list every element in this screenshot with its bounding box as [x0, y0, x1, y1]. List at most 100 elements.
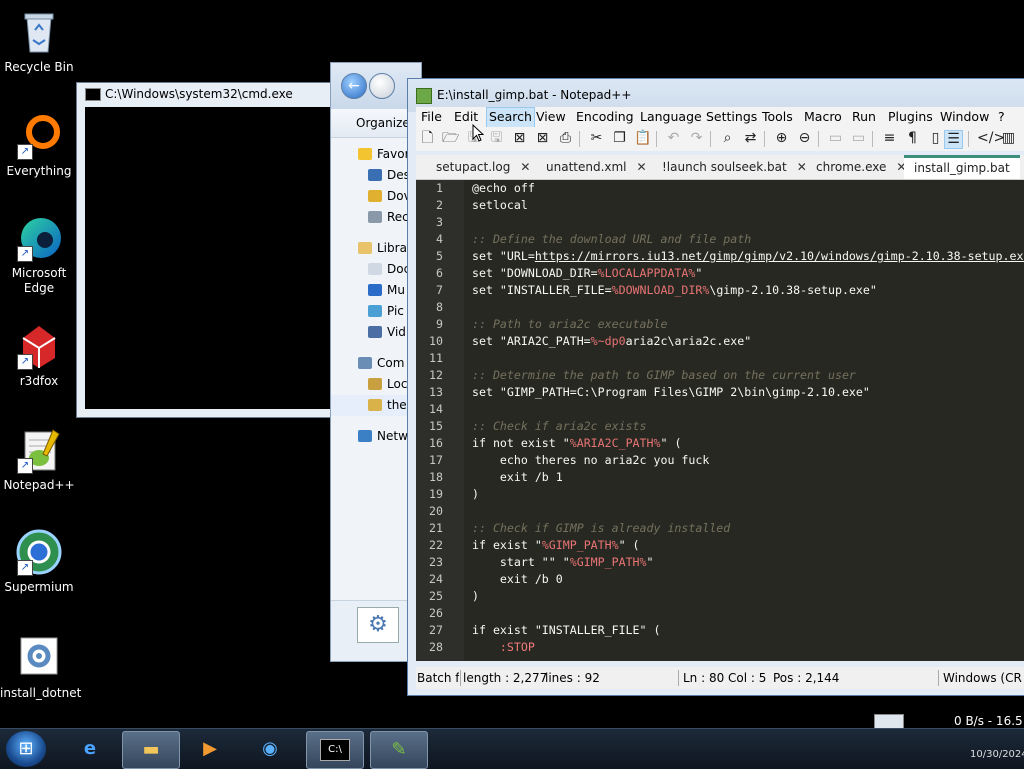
zoom-out-icon[interactable]: ⊖: [796, 130, 813, 147]
undo-icon[interactable]: ↶: [665, 130, 682, 147]
desktop-icon-r3dfox[interactable]: ↗ r3dfox: [0, 322, 78, 389]
find-icon[interactable]: ⌕: [719, 130, 736, 147]
code-line: 17 echo theres no aria2c you fuck: [416, 452, 709, 469]
paste-icon[interactable]: 📋: [634, 130, 651, 147]
desktop-icon-supermium[interactable]: ↗ Supermium: [0, 528, 78, 595]
code-token-var: %GIMP_PATH%: [541, 538, 619, 552]
tab-unattend-xml[interactable]: unattend.xml ✕: [546, 157, 647, 178]
desktop-icon-install-dotnet[interactable]: install_dotnet: [0, 634, 81, 701]
code-line: 19): [416, 486, 479, 503]
gear-file-icon: [15, 634, 63, 682]
tree-folder-icon: [368, 263, 382, 275]
menu-run[interactable]: Run: [850, 107, 878, 127]
tab-install-gimp-bat[interactable]: install_gimp.bat: [904, 155, 1020, 179]
desktop-icon-recycle-bin[interactable]: Recycle Bin: [0, 8, 78, 75]
menu-view[interactable]: View: [534, 107, 568, 127]
tree-item-label: Com: [377, 356, 405, 370]
tree-group-icon: [358, 357, 372, 369]
forward-button[interactable]: [369, 73, 395, 99]
code-token-kw: set "ARIA2C_PATH=: [472, 334, 591, 348]
cmd-titlebar[interactable]: C:\Windows\system32\cmd.exe: [77, 83, 337, 105]
line-number: 2: [436, 198, 443, 212]
tab-close-icon[interactable]: ✕: [520, 160, 530, 174]
line-number: 11: [429, 351, 443, 365]
menu-macro[interactable]: Macro: [802, 107, 844, 127]
outline-icon[interactable]: ☰: [944, 130, 963, 149]
code-token-var: %LOCALAPPDATA%: [597, 266, 696, 280]
line-number: 1: [436, 181, 443, 195]
copy-icon[interactable]: ❐: [611, 130, 628, 147]
menu-window[interactable]: Window: [938, 107, 991, 127]
tree-item-label: Favor: [377, 147, 410, 161]
zoom-in-icon[interactable]: ⊕: [773, 130, 790, 147]
map-icon[interactable]: ▥: [1000, 130, 1017, 147]
code-token-kw: \gimp-2.10.38-setup.exe": [709, 283, 877, 297]
desktop-icon-notepadpp[interactable]: ↗ Notepad++: [0, 426, 78, 493]
open-folder-icon[interactable]: 🗁: [442, 130, 459, 147]
back-button[interactable]: ←: [341, 73, 367, 99]
code-tag-icon[interactable]: </>: [977, 130, 1005, 147]
status-eol: Windows (CR LF): [943, 671, 1024, 685]
print-icon[interactable]: ⎙: [557, 130, 574, 147]
code-token-var: %ARIA2C_PATH%: [569, 436, 661, 450]
code-line: 9:: Path to aria2c executable: [416, 316, 667, 333]
code-token-kw: start "" ": [472, 555, 570, 569]
code-editor[interactable]: 1 @echo off 2 setlocal 3 4:: Define the downl…: [416, 180, 1024, 661]
replace-icon[interactable]: ⇄: [742, 130, 759, 147]
line-number: 28: [429, 640, 443, 654]
code-token-kw: echo theres no aria2c you fuck: [472, 453, 710, 467]
code-line: 26: [416, 605, 472, 622]
taskbar-supermium[interactable]: ◉: [242, 731, 298, 767]
close-all-icon[interactable]: ⊠: [534, 130, 551, 147]
tab-setupact-log[interactable]: setupact.log ✕: [436, 157, 530, 178]
menu-file[interactable]: File: [419, 107, 444, 127]
desktop-icon-everything[interactable]: ↗ Everything: [0, 112, 78, 179]
cmd-console[interactable]: [85, 107, 337, 409]
save-all-icon[interactable]: 🖫: [488, 130, 505, 147]
taskbar-cmd[interactable]: C:\: [306, 731, 364, 769]
code-token-kw: ": [695, 266, 703, 280]
start-button[interactable]: ⊞: [6, 731, 46, 767]
menu-plugins[interactable]: Plugins: [886, 107, 935, 127]
sync-vertical-icon[interactable]: ▭: [827, 130, 844, 147]
tree-item-label: Netw: [377, 429, 408, 443]
taskbar-explorer[interactable]: ▬: [122, 731, 180, 769]
menu-encoding[interactable]: Encoding: [574, 107, 636, 127]
tray-date[interactable]: 10/30/2024: [970, 749, 1024, 760]
cmd-window[interactable]: C:\Windows\system32\cmd.exe: [76, 82, 338, 418]
recycle-bin-icon: [15, 8, 63, 56]
new-file-icon[interactable]: 🗋: [419, 130, 436, 147]
menu-settings[interactable]: Settings: [704, 107, 759, 127]
tab-close-icon[interactable]: ✕: [637, 160, 647, 174]
tab-launch-soulseek-bat[interactable]: !launch soulseek.bat ✕: [662, 157, 807, 178]
menu-help[interactable]: ?: [996, 107, 1007, 127]
taskbar-notepadpp[interactable]: ✎: [370, 731, 428, 769]
line-number: 25: [429, 589, 443, 603]
arrow-left-icon: ←: [348, 78, 360, 94]
close-icon[interactable]: ⊠: [511, 130, 528, 147]
menu-tools[interactable]: Tools: [760, 107, 795, 127]
tab-close-icon[interactable]: ✕: [797, 160, 807, 174]
sync-horizontal-icon[interactable]: ▭: [850, 130, 867, 147]
menu-search[interactable]: Search: [486, 107, 535, 129]
word-wrap-icon[interactable]: ≡: [881, 130, 898, 147]
redo-icon[interactable]: ↷: [688, 130, 705, 147]
code-token-lbl: :STOP: [472, 640, 535, 654]
code-token-kw: aria2c\aria2c.exe": [625, 334, 752, 348]
taskbar-media-player[interactable]: ▶: [182, 731, 238, 767]
menu-language[interactable]: Language: [638, 107, 704, 127]
network-speed: 0 B/s - 16.5: [954, 714, 1023, 728]
cut-icon[interactable]: ✂: [588, 130, 605, 147]
indent-guide-icon[interactable]: ▯: [927, 130, 944, 147]
line-number: 15: [429, 419, 443, 433]
code-line: 18 exit /b 1: [416, 469, 563, 486]
taskbar-ie[interactable]: e: [62, 731, 118, 767]
code-token-url: https://mirrors.iu13.net/gimp/gimp/v2.10…: [534, 249, 1024, 263]
system-tray: 10/30/2024: [840, 729, 1024, 769]
tab-chrome-exe[interactable]: chrome.exe ✕: [816, 157, 906, 178]
desktop-icon-edge[interactable]: ↗ Microsoft Edge: [0, 214, 78, 296]
status-separator: [460, 670, 461, 686]
shortcut-arrow-icon: ↗: [17, 246, 33, 262]
show-all-chars-icon[interactable]: ¶: [904, 130, 921, 147]
notepadpp-window[interactable]: E:\install_gimp.bat - Notepad++ File Edit…: [407, 78, 1024, 696]
